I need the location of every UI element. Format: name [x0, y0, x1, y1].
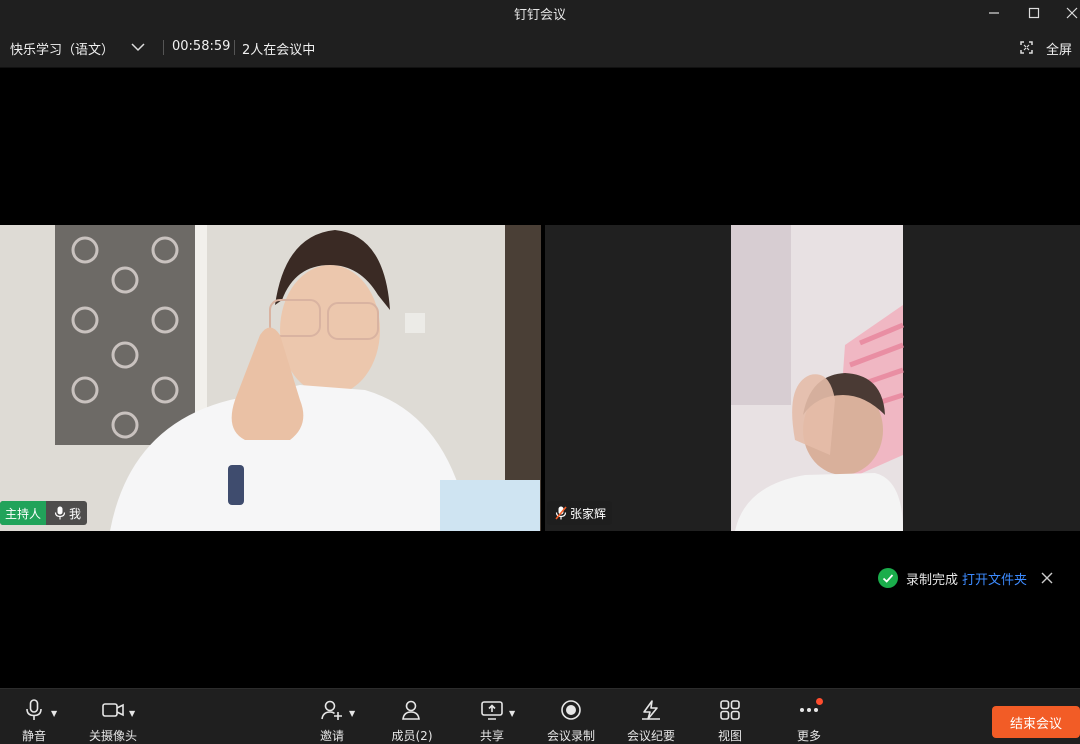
meeting-duration: 00:58:59 — [172, 39, 231, 54]
divider — [234, 40, 235, 55]
view-label: 视图 — [717, 729, 742, 743]
minimize-button[interactable] — [974, 0, 1014, 26]
camera-off-button[interactable]: 关摄像头 ▼ — [88, 699, 138, 744]
record-label: 会议录制 — [546, 729, 595, 743]
screen-share-icon — [481, 701, 503, 720]
meeting-info-bar: 快乐学习（语文） 00:58:59 2人在会议中 全屏 — [0, 26, 1080, 68]
share-options-arrow[interactable]: ▼ — [509, 709, 515, 718]
video-camera-icon — [102, 703, 124, 717]
video-tile-participant[interactable]: 张家辉 — [545, 225, 1080, 531]
members-label: 成员(2) — [391, 729, 433, 743]
ai-minutes-icon — [642, 700, 660, 720]
record-icon — [561, 700, 581, 720]
fullscreen-icon[interactable] — [1020, 41, 1033, 54]
self-video-frame — [0, 225, 541, 531]
participant-name: 我 — [69, 506, 82, 521]
share-button[interactable]: 共享 ▼ — [478, 699, 515, 744]
people-icon — [402, 700, 420, 720]
invite-label: 邀请 — [319, 729, 344, 743]
open-folder-link[interactable]: 打开文件夹 — [962, 569, 1027, 588]
participant-name: 张家辉 — [570, 506, 607, 521]
recording-complete-toast: 录制完成 打开文件夹 — [878, 568, 1053, 588]
minutes-button[interactable]: 会议纪要 — [626, 699, 676, 744]
microphone-icon — [54, 506, 66, 520]
camera-off-label: 关摄像头 — [88, 729, 137, 743]
end-meeting-button[interactable]: 结束会议 — [992, 706, 1080, 738]
add-person-icon — [321, 700, 342, 720]
host-badge: 主持人 — [0, 501, 47, 525]
minimize-icon — [989, 12, 999, 14]
window-title: 钉钉会议 — [513, 8, 566, 23]
close-window-button[interactable] — [1052, 0, 1080, 26]
check-circle-icon — [878, 568, 898, 588]
participant-count: 2人在会议中 — [242, 43, 316, 58]
record-button[interactable]: 会议录制 — [546, 699, 596, 744]
camera-options-arrow[interactable]: ▼ — [129, 709, 135, 718]
title-bar: 钉钉会议 — [0, 0, 1080, 26]
more-button[interactable]: 更多 — [795, 698, 823, 744]
more-label: 更多 — [796, 729, 821, 743]
grid-view-icon — [720, 700, 740, 720]
invite-options-arrow[interactable]: ▼ — [349, 709, 355, 718]
mute-options-arrow[interactable]: ▼ — [51, 709, 57, 718]
divider — [163, 40, 164, 55]
maximize-icon — [1028, 7, 1040, 19]
meeting-name: 快乐学习（语文） — [10, 43, 115, 58]
invite-button[interactable]: 邀请 ▼ — [318, 699, 355, 744]
participant-name-tag: 张家辉 — [547, 501, 613, 525]
mute-label: 静音 — [21, 729, 46, 743]
self-name-tag: 主持人 我 — [0, 501, 88, 525]
fullscreen-button[interactable]: 全屏 — [1046, 39, 1072, 58]
participant-video-frame — [545, 225, 1080, 531]
notification-dot — [816, 698, 823, 705]
share-label: 共享 — [479, 729, 504, 743]
microphone-muted-icon — [555, 506, 567, 520]
video-stage: 主持人 我 张家辉 录制完成 打开文件夹 — [0, 68, 1080, 688]
toast-message: 录制完成 — [906, 572, 959, 588]
minutes-label: 会议纪要 — [626, 729, 675, 743]
members-button[interactable]: 成员(2) — [390, 699, 434, 744]
video-tile-self[interactable]: 主持人 我 — [0, 225, 541, 531]
mute-button[interactable]: 静音 ▼ — [18, 699, 57, 744]
microphone-icon — [26, 699, 42, 720]
close-icon[interactable] — [1041, 572, 1053, 584]
view-button[interactable]: 视图 — [716, 699, 744, 744]
meeting-toolbar: 静音 ▼ 关摄像头 ▼ 邀请 ▼ 成员(2) 共享 ▼ 会议录制 会议纪要 视图… — [0, 688, 1080, 744]
close-icon — [1066, 7, 1078, 19]
chevron-down-icon[interactable] — [130, 40, 146, 54]
maximize-button[interactable] — [1014, 0, 1054, 26]
